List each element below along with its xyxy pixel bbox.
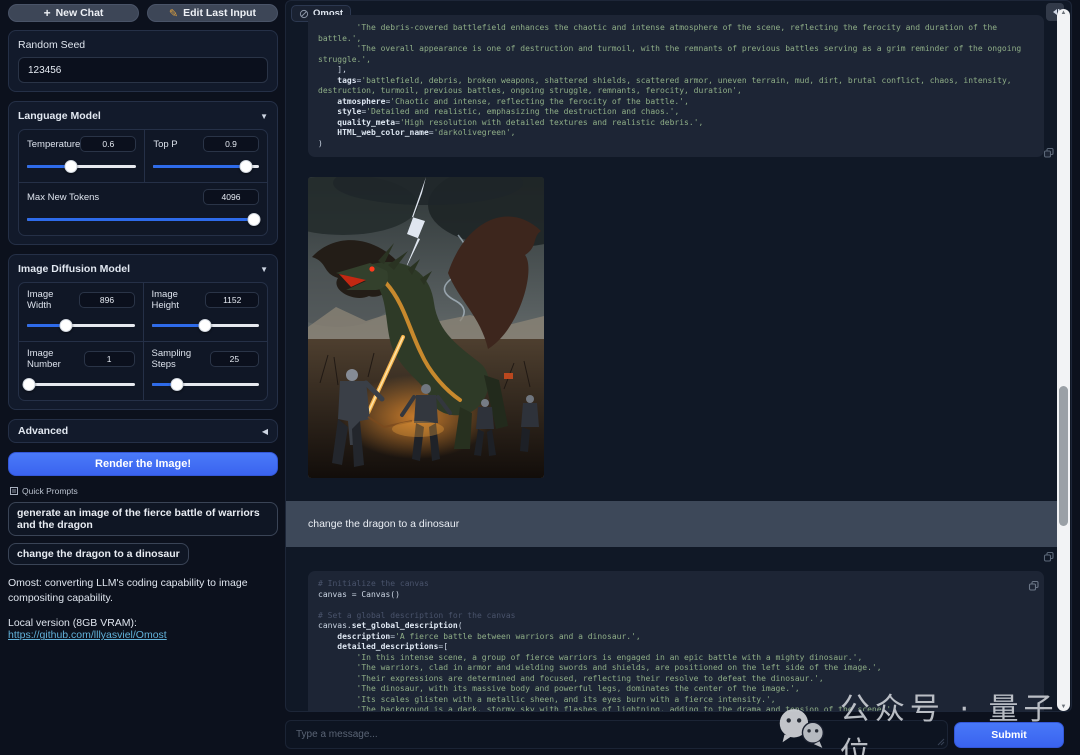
image-diffusion-model-card: Image Diffusion Model ▼ Image Width 896 bbox=[8, 254, 278, 410]
chevron-down-icon: ▼ bbox=[260, 264, 268, 274]
local-version-line: Local version (8GB VRAM): https://github… bbox=[8, 617, 278, 641]
top-p-slider[interactable] bbox=[153, 160, 259, 173]
advanced-card: Advanced ◀ bbox=[8, 419, 278, 443]
composer: Type a message... Submit bbox=[285, 720, 1072, 752]
resize-handle-icon[interactable] bbox=[937, 738, 945, 746]
temperature-slider-handle[interactable] bbox=[64, 160, 78, 173]
render-image-button[interactable]: Render the Image! bbox=[8, 452, 278, 476]
dragon-battle-illustration bbox=[308, 177, 544, 478]
sampling-steps-slider-handle[interactable] bbox=[170, 378, 184, 391]
temperature-slider[interactable] bbox=[27, 160, 137, 173]
generated-image[interactable] bbox=[308, 177, 544, 478]
temperature-param: Temperature 0.6 bbox=[19, 130, 144, 182]
max-new-tokens-label: Max New Tokens bbox=[27, 191, 100, 203]
new-chat-button[interactable]: + New Chat bbox=[8, 4, 139, 22]
random-seed-label: Random Seed bbox=[18, 39, 86, 51]
top-p-input[interactable]: 0.9 bbox=[203, 136, 259, 152]
image-number-input[interactable]: 1 bbox=[83, 351, 135, 367]
assistant-code-block-1: 'The debris-covered battlefield enhances… bbox=[308, 15, 1044, 157]
chat-scrollbar[interactable]: ▲ ▼ bbox=[1057, 9, 1070, 711]
image-number-slider-handle[interactable] bbox=[22, 378, 36, 391]
copy-icon bbox=[1028, 580, 1039, 591]
top-p-slider-handle[interactable] bbox=[239, 160, 253, 173]
language-model-params: Temperature 0.6 Top P 0.9 Max New Tokens… bbox=[18, 129, 268, 236]
about-text: Omost: converting LLM's coding capabilit… bbox=[8, 577, 248, 604]
new-chat-label: New Chat bbox=[55, 7, 104, 19]
quick-prompts-label: Quick Prompts bbox=[22, 486, 78, 496]
advanced-accordion-header[interactable]: Advanced ◀ bbox=[18, 425, 268, 437]
language-model-accordion-header[interactable]: Language Model ▼ bbox=[18, 110, 268, 122]
top-p-label: Top P bbox=[153, 138, 178, 150]
chat-scrollbar-thumb[interactable] bbox=[1059, 386, 1068, 526]
chevron-down-icon: ▼ bbox=[260, 111, 268, 121]
image-height-slider[interactable] bbox=[151, 319, 259, 332]
temperature-input[interactable]: 0.6 bbox=[80, 136, 137, 152]
image-number-label: Image Number bbox=[27, 348, 61, 370]
image-diffusion-title: Image Diffusion Model bbox=[18, 263, 131, 275]
bot-icon bbox=[299, 9, 309, 18]
language-model-card: Language Model ▼ Temperature 0.6 Top P 0… bbox=[8, 101, 278, 245]
list-grid-icon bbox=[10, 487, 18, 495]
language-model-title: Language Model bbox=[18, 110, 101, 122]
max-new-tokens-param: Max New Tokens 4096 bbox=[19, 183, 267, 235]
submit-button[interactable]: Submit bbox=[954, 722, 1064, 748]
assistant-code-block-2: # Initialize the canvas canvas = Canvas()… bbox=[308, 571, 1044, 711]
sampling-steps-param: Sampling Steps 25 bbox=[142, 342, 268, 400]
temperature-label: Temperature bbox=[27, 138, 81, 150]
user-message[interactable]: change the dragon to a dinosaur bbox=[286, 501, 1058, 547]
github-link[interactable]: https://github.com/lllyasviel/Omost bbox=[8, 629, 167, 641]
random-seed-card: Random Seed 123456 bbox=[8, 30, 278, 92]
image-diffusion-params: Image Width 896 Image Height 1152 Image … bbox=[18, 282, 268, 401]
pencil-icon: ✎ bbox=[168, 7, 179, 20]
image-width-input[interactable]: 896 bbox=[79, 292, 135, 308]
max-new-tokens-slider[interactable] bbox=[27, 213, 261, 226]
sampling-steps-input[interactable]: 25 bbox=[209, 351, 259, 367]
random-seed-input[interactable]: 123456 bbox=[18, 57, 268, 83]
copy-icon bbox=[1043, 551, 1054, 562]
sampling-steps-label: Sampling Steps bbox=[151, 348, 192, 370]
sidebar: + New Chat ✎ Edit Last Input Random Seed… bbox=[8, 4, 278, 641]
image-diffusion-accordion-header[interactable]: Image Diffusion Model ▼ bbox=[18, 263, 268, 275]
sidebar-topbar: + New Chat ✎ Edit Last Input bbox=[8, 4, 278, 22]
image-width-slider-handle[interactable] bbox=[59, 319, 73, 332]
chatbot-panel: Omost 'The debris-covered battlefield en… bbox=[285, 0, 1072, 712]
top-p-param: Top P 0.9 bbox=[144, 130, 267, 182]
plus-icon: + bbox=[43, 6, 51, 20]
image-height-slider-handle[interactable] bbox=[198, 319, 212, 332]
omost-app: + New Chat ✎ Edit Last Input Random Seed… bbox=[0, 0, 1080, 755]
image-width-param: Image Width 896 bbox=[19, 283, 143, 341]
scroll-down-arrow-icon[interactable]: ▼ bbox=[1057, 704, 1070, 710]
sampling-steps-slider[interactable] bbox=[151, 378, 259, 391]
edit-last-input-label: Edit Last Input bbox=[183, 7, 257, 19]
image-height-label: Image Height bbox=[151, 289, 179, 311]
copy-code-button[interactable] bbox=[1028, 579, 1040, 591]
edit-last-input-button[interactable]: ✎ Edit Last Input bbox=[147, 4, 278, 22]
chevron-left-icon: ◀ bbox=[261, 426, 268, 436]
copy-icon bbox=[1043, 147, 1054, 158]
copy-message-button[interactable] bbox=[1043, 550, 1055, 562]
image-number-slider[interactable] bbox=[22, 378, 135, 391]
image-width-slider[interactable] bbox=[27, 319, 135, 332]
message-input-placeholder: Type a message... bbox=[296, 729, 378, 740]
quick-prompt-item[interactable]: generate an image of the fierce battle o… bbox=[8, 502, 278, 536]
copy-message-button[interactable] bbox=[1043, 146, 1055, 158]
scroll-up-arrow-icon[interactable]: ▲ bbox=[1057, 10, 1070, 16]
local-version-prefix: Local version (8GB VRAM): bbox=[8, 617, 137, 630]
quick-prompt-item[interactable]: change the dragon to a dinosaur bbox=[8, 543, 189, 565]
image-height-input[interactable]: 1152 bbox=[205, 292, 259, 308]
quick-prompts-header: Quick Prompts bbox=[10, 486, 278, 496]
image-height-param: Image Height 1152 bbox=[142, 283, 268, 341]
image-width-label: Image Width bbox=[27, 289, 54, 311]
max-new-tokens-slider-handle[interactable] bbox=[247, 213, 261, 226]
advanced-title: Advanced bbox=[18, 425, 69, 437]
image-number-param: Image Number 1 bbox=[19, 342, 143, 400]
message-input[interactable]: Type a message... bbox=[285, 720, 948, 749]
max-new-tokens-input[interactable]: 4096 bbox=[203, 189, 259, 205]
